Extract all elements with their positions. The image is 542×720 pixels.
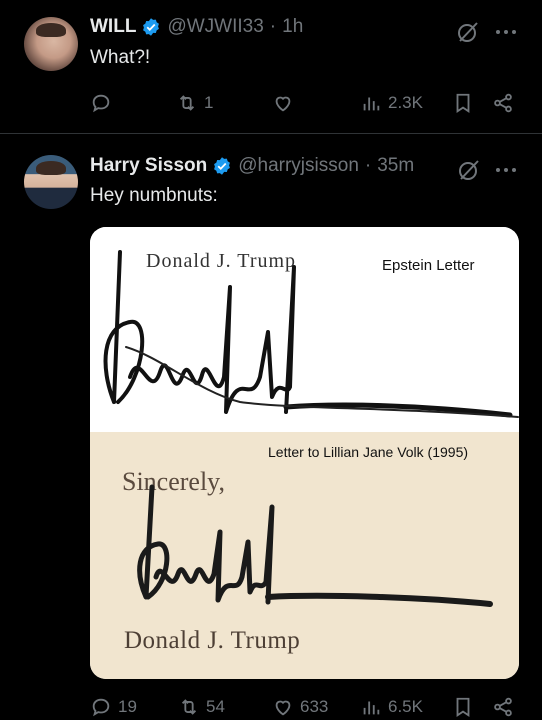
views-button[interactable]: 6.5K [360, 696, 423, 718]
tweet-text: What?! [90, 47, 151, 68]
repost-button[interactable]: 54 [178, 696, 225, 718]
views-count: 2.3K [388, 93, 423, 112]
display-name[interactable]: WILL [90, 16, 136, 38]
heart-icon [275, 96, 291, 112]
like-button[interactable] [272, 92, 300, 114]
repost-icon [181, 699, 197, 715]
share-icon [494, 93, 512, 113]
share-icon [494, 697, 512, 717]
grok-icon[interactable] [456, 20, 480, 44]
bookmark-button[interactable] [452, 92, 474, 114]
reply-count: 19 [118, 697, 137, 716]
bookmark-button[interactable] [452, 696, 474, 718]
reply-icon [92, 698, 110, 717]
reply-button[interactable]: 19 [90, 696, 137, 718]
signature-panel-epstein: Donald J. Trump Epstein Letter [90, 227, 519, 432]
share-button[interactable] [492, 92, 514, 114]
bookmark-icon [456, 93, 470, 113]
repost-count: 1 [204, 93, 214, 112]
tweet: Harry Sisson @harryjsisson · 35m Hey num… [0, 135, 542, 720]
signature-drawing [103, 250, 519, 418]
tweet-header: WILL @WJWII33 · 1h [90, 16, 303, 38]
printed-name: Donald J. Trump [124, 627, 301, 654]
signature-panel-volk-letter: Letter to Lillian Jane Volk (1995) Since… [90, 432, 519, 679]
views-icon [363, 97, 380, 111]
avatar[interactable] [24, 155, 78, 209]
verified-badge-icon [143, 18, 160, 36]
tweet-actions: 1 2.3K [0, 90, 542, 120]
reply-icon [92, 94, 110, 113]
heart-icon [275, 700, 291, 716]
avatar-hair [36, 161, 66, 175]
display-name[interactable]: Harry Sisson [90, 155, 207, 177]
tweet-header: Harry Sisson @harryjsisson · 35m [90, 155, 414, 177]
bookmark-icon [456, 697, 470, 717]
timestamp[interactable]: 35m [377, 155, 414, 177]
views-count: 6.5K [388, 697, 423, 716]
verified-badge-icon [214, 157, 231, 175]
more-options-icon[interactable] [493, 20, 519, 44]
separator-dot: · [269, 16, 277, 37]
like-count: 633 [300, 697, 329, 716]
like-button[interactable]: 633 [272, 696, 328, 718]
reply-button[interactable] [90, 92, 118, 114]
separator-dot: · [364, 155, 372, 176]
handle[interactable]: @harryjsisson [238, 155, 359, 177]
repost-button[interactable]: 1 [176, 92, 213, 114]
grok-icon[interactable] [457, 158, 481, 182]
tweet-actions: 19 54 633 6.5K [0, 694, 542, 720]
views-button[interactable]: 2.3K [360, 92, 423, 114]
tweet: WILL @WJWII33 · 1h What?! 1 2.3K [0, 0, 542, 134]
views-icon [363, 701, 380, 715]
avatar[interactable] [24, 17, 78, 71]
share-button[interactable] [492, 696, 514, 718]
avatar-hair [36, 23, 66, 37]
more-options-icon[interactable] [493, 158, 519, 182]
tweet-text: Hey numbnuts: [90, 185, 218, 206]
handle[interactable]: @WJWII33 [167, 16, 263, 38]
timestamp[interactable]: 1h [282, 16, 303, 38]
repost-count: 54 [206, 697, 225, 716]
tweet-image[interactable]: Donald J. Trump Epstein Letter Letter to… [90, 227, 519, 679]
repost-icon [179, 95, 195, 111]
